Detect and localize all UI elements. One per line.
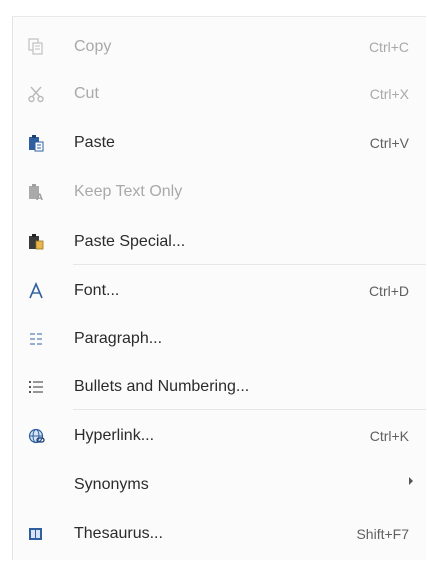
menu-item-copy[interactable]: Copy Ctrl+C bbox=[13, 27, 427, 67]
menu-item-shortcut: Ctrl+C bbox=[368, 39, 409, 55]
menu-item-label: Hyperlink... bbox=[74, 427, 155, 444]
menu-item-shortcut: Ctrl+V bbox=[369, 135, 409, 151]
menu-item-hyperlink[interactable]: Hyperlink... Ctrl+K bbox=[13, 416, 427, 456]
paste-icon bbox=[27, 134, 45, 152]
menu-item-label: Thesaurus... bbox=[74, 525, 163, 542]
menu-item-label: Keep Text Only bbox=[74, 183, 183, 200]
menu-item-shortcut: Shift+F7 bbox=[356, 526, 409, 542]
menu-item-label: Paste bbox=[74, 134, 115, 151]
menu-item-label: Bullets and Numbering... bbox=[74, 378, 250, 395]
menu-item-shortcut: Ctrl+K bbox=[369, 428, 409, 444]
menu-item-synonyms[interactable]: Synonyms bbox=[13, 465, 427, 505]
menu-item-bullets-numbering[interactable]: Bullets and Numbering... bbox=[13, 367, 427, 407]
menu-item-paragraph[interactable]: Paragraph... bbox=[13, 319, 427, 359]
font-icon bbox=[27, 282, 45, 300]
menu-separator bbox=[73, 264, 426, 265]
menu-item-label: Synonyms bbox=[74, 476, 149, 493]
menu-item-thesaurus[interactable]: Thesaurus... Shift+F7 bbox=[13, 514, 427, 554]
chevron-right-icon bbox=[409, 477, 413, 485]
thesaurus-icon bbox=[27, 525, 45, 543]
menu-item-cut[interactable]: Cut Ctrl+X bbox=[13, 74, 427, 114]
paste-special-icon bbox=[27, 233, 45, 251]
menu-item-shortcut: Ctrl+D bbox=[368, 283, 409, 299]
menu-item-label: Copy bbox=[74, 38, 112, 55]
menu-item-font[interactable]: Font... Ctrl+D bbox=[13, 271, 427, 311]
menu-item-label: Font... bbox=[74, 282, 120, 299]
menu-item-paste[interactable]: Paste Ctrl+V bbox=[13, 123, 427, 163]
menu-separator bbox=[73, 409, 426, 410]
menu-item-label: Cut bbox=[74, 85, 99, 102]
menu-item-paste-special[interactable]: Paste Special... bbox=[13, 222, 427, 262]
hyperlink-icon bbox=[27, 427, 45, 445]
menu-item-label: Paragraph... bbox=[74, 330, 163, 347]
paste-keep-text-icon: A bbox=[27, 183, 45, 201]
context-menu: Copy Ctrl+C Cut Ctrl+X Paste Ctrl+V A Ke… bbox=[12, 16, 426, 560]
copy-icon bbox=[27, 38, 45, 56]
menu-item-label: Paste Special... bbox=[74, 233, 186, 250]
paragraph-icon bbox=[27, 330, 45, 348]
menu-item-keep-text-only[interactable]: A Keep Text Only bbox=[13, 172, 427, 212]
menu-item-shortcut: Ctrl+X bbox=[369, 86, 409, 102]
scissors-icon bbox=[27, 85, 45, 103]
svg-text:A: A bbox=[36, 193, 43, 201]
bullets-icon bbox=[27, 378, 45, 396]
